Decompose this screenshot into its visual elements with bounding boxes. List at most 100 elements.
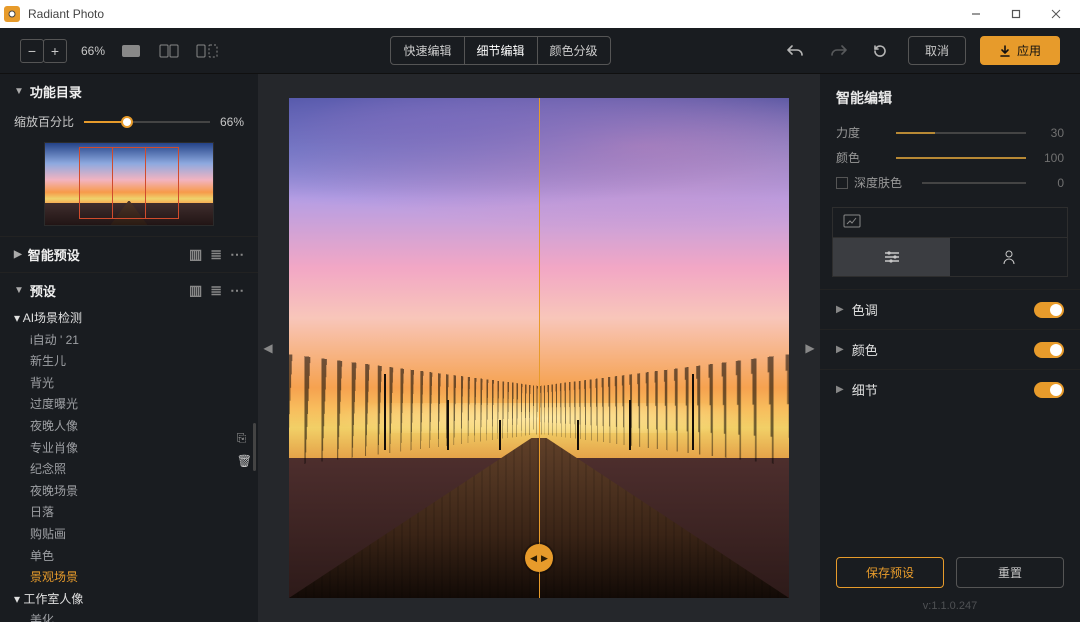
view-single-icon[interactable]	[119, 41, 143, 61]
next-image-button[interactable]: ▶	[803, 330, 817, 366]
preset-item[interactable]: 购贴画	[30, 524, 244, 546]
compare-handle[interactable]	[525, 544, 553, 572]
quick-apply-icon[interactable]: ⎘	[237, 431, 252, 446]
zoom-percent-value: 66%	[220, 115, 244, 129]
zoom-percent-row: 缩放百分比 66%	[0, 109, 258, 140]
param-label: 颜色	[836, 149, 888, 166]
preset-group-studio-portrait[interactable]: ▾ 工作室人像	[14, 589, 244, 611]
accordion-color[interactable]: ▶ 颜色	[820, 329, 1080, 369]
reset-view-button[interactable]	[866, 37, 894, 65]
preset-item-active[interactable]: 景观场景	[30, 567, 244, 589]
edit-mode-tabs: 快速编辑 细节编辑 颜色分级	[390, 36, 610, 65]
more-icon[interactable]: ⋯	[230, 282, 244, 299]
param-slider[interactable]	[922, 177, 1026, 189]
compare-divider[interactable]	[539, 98, 540, 598]
app-window: Radiant Photo − + 66% 快速编辑 细节编辑 颜色分级 取消 …	[0, 0, 1080, 622]
preset-tree: ▾ AI场景检测 i自动 ' 21 新生儿 背光 过度曝光 夜晚人像 专业肖像 …	[0, 308, 258, 622]
app-logo-icon	[4, 6, 20, 22]
param-deep-skin: 深度肤色 0	[820, 170, 1080, 195]
section-smart-presets-label: 智能预设	[28, 245, 80, 264]
param-color: 颜色 100	[820, 145, 1080, 170]
chevron-right-icon: ▶	[836, 384, 844, 395]
param-value: 30	[1034, 126, 1064, 140]
section-smart-presets-header[interactable]: ▶ 智能预设 ▥ ≣ ⋯	[0, 237, 258, 272]
navigator-thumbnail[interactable]	[44, 142, 214, 226]
preset-item[interactable]: 新生儿	[30, 351, 244, 373]
zoom-percent-label: 缩放百分比	[14, 113, 74, 130]
save-preset-button[interactable]: 保存预设	[836, 557, 944, 588]
image-canvas[interactable]	[289, 98, 789, 598]
prev-image-button[interactable]: ◀	[261, 330, 275, 366]
param-value: 100	[1034, 151, 1064, 165]
more-icon[interactable]: ⋯	[230, 246, 244, 263]
param-checkbox[interactable]	[836, 177, 848, 189]
toggle-switch[interactable]	[1034, 302, 1064, 318]
preset-item[interactable]: 纪念照	[30, 459, 244, 481]
toggle-switch[interactable]	[1034, 382, 1064, 398]
chevron-down-icon: ▼	[14, 285, 24, 296]
redo-button[interactable]	[824, 37, 852, 65]
chevron-right-icon: ▶	[836, 344, 844, 355]
zoom-value: 66%	[81, 44, 105, 58]
zoom-in-button[interactable]: +	[43, 39, 67, 63]
version-label: v:1.1.0.247	[820, 594, 1080, 622]
preset-item[interactable]: 美化	[30, 610, 244, 622]
section-catalog-header[interactable]: ▼ 功能目录	[0, 74, 258, 109]
delete-icon[interactable]: 🗑	[237, 454, 252, 468]
preset-item[interactable]: 过度曝光	[30, 394, 244, 416]
person-icon	[1001, 249, 1017, 265]
grid-view-icon[interactable]: ▥	[189, 246, 202, 263]
section-presets: ▼ 预设 ▥ ≣ ⋯ ▾ AI场景检测 i自动 ' 21 新生儿 背光 过度曝光	[0, 272, 258, 622]
tab-color-grade[interactable]: 颜色分级	[538, 37, 610, 64]
window-close-button[interactable]	[1036, 0, 1076, 28]
apply-button[interactable]: 应用	[980, 36, 1060, 65]
left-panel: ▼ 功能目录 缩放百分比 66% ▶ 智能预设 ▥ ≣	[0, 74, 258, 622]
preset-item[interactable]: 夜晚场景	[30, 481, 244, 503]
param-strength: 力度 30	[820, 120, 1080, 145]
preset-item[interactable]: 夜晚人像	[30, 416, 244, 438]
preset-actions: ⎘ 🗑	[237, 431, 252, 468]
app-title: Radiant Photo	[28, 7, 956, 21]
section-catalog-label: 功能目录	[30, 82, 82, 101]
tab-detail-edit[interactable]: 细节编辑	[465, 37, 538, 64]
section-presets-header[interactable]: ▼ 预设 ▥ ≣ ⋯	[0, 273, 258, 308]
preset-item[interactable]: 日落	[30, 502, 244, 524]
preset-scrollbar[interactable]	[253, 423, 256, 471]
zoom-controls: − + 66%	[20, 39, 105, 63]
right-footer: 保存预设 重置	[820, 543, 1080, 594]
right-panel: 智能编辑 力度 30 颜色 100 深度肤色 0	[820, 74, 1080, 622]
window-minimize-button[interactable]	[956, 0, 996, 28]
view-split-icon[interactable]	[157, 41, 181, 61]
chevron-down-icon: ▼	[14, 86, 24, 97]
list-view-icon[interactable]: ≣	[210, 282, 222, 299]
preset-item[interactable]: 专业肖像	[30, 438, 244, 460]
list-view-icon[interactable]: ≣	[210, 246, 222, 263]
subtab-adjust[interactable]	[833, 238, 950, 276]
accordion-tone[interactable]: ▶ 色调	[820, 289, 1080, 329]
view-compare-icon[interactable]	[195, 41, 219, 61]
zoom-slider[interactable]	[84, 115, 210, 129]
param-slider[interactable]	[896, 127, 1026, 139]
preset-item[interactable]: i自动 ' 21	[30, 330, 244, 352]
preset-group-ai-scene[interactable]: ▾ AI场景检测	[14, 308, 244, 330]
param-value: 0	[1034, 176, 1064, 190]
accordion-detail[interactable]: ▶ 细节	[820, 369, 1080, 409]
preset-item[interactable]: 单色	[30, 546, 244, 568]
accordion: ▶ 色调 ▶ 颜色 ▶ 细节	[820, 289, 1080, 409]
tab-quick-edit[interactable]: 快速编辑	[391, 37, 464, 64]
grid-view-icon[interactable]: ▥	[189, 282, 202, 299]
zoom-out-button[interactable]: −	[20, 39, 44, 63]
undo-button[interactable]	[782, 37, 810, 65]
histogram-icon[interactable]	[833, 208, 871, 237]
section-presets-label: 预设	[30, 281, 56, 300]
sliders-icon	[883, 250, 901, 264]
chevron-right-icon: ▶	[836, 304, 844, 315]
cancel-button[interactable]: 取消	[908, 36, 966, 65]
subtab-portrait[interactable]	[950, 238, 1067, 276]
reset-button[interactable]: 重置	[956, 557, 1064, 588]
window-maximize-button[interactable]	[996, 0, 1036, 28]
main-area: ▼ 功能目录 缩放百分比 66% ▶ 智能预设 ▥ ≣	[0, 74, 1080, 622]
preset-item[interactable]: 背光	[30, 373, 244, 395]
toggle-switch[interactable]	[1034, 342, 1064, 358]
param-slider[interactable]	[896, 152, 1026, 164]
